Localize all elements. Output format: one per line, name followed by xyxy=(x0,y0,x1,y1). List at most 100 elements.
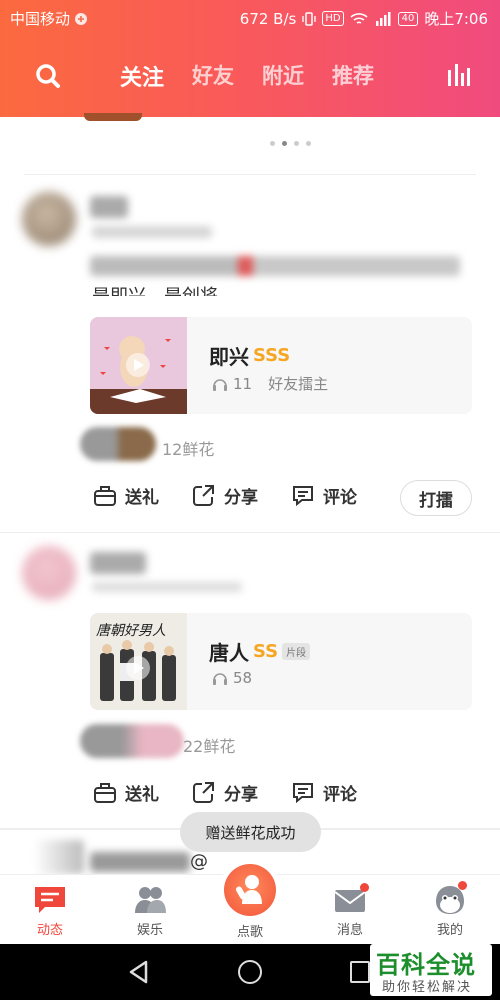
comment-button[interactable]: 评论 xyxy=(290,482,357,508)
feed-icon xyxy=(35,887,65,913)
gift-label: 送礼 xyxy=(125,487,159,508)
signal-icon xyxy=(375,11,391,26)
share-icon xyxy=(193,782,214,803)
song-cover: 唐朝好男人 xyxy=(90,613,187,710)
top-nav: 关注 好友 附近 推荐 xyxy=(0,50,500,102)
song-title-row: 即兴 SSS xyxy=(209,341,290,370)
tab-messages[interactable]: 消息 xyxy=(320,883,380,938)
tab-entertainment-label: 娱乐 xyxy=(136,923,163,938)
gift-button[interactable]: 送礼 xyxy=(92,779,159,805)
post-time-blurred xyxy=(92,226,212,238)
carousel-dot-active xyxy=(282,141,287,146)
share-button[interactable]: 分享 xyxy=(191,482,258,508)
song-rank: SS xyxy=(253,641,279,662)
toast-message: 赠送鲜花成功 xyxy=(180,812,321,852)
challenge-button[interactable]: 打擂 xyxy=(400,480,472,516)
tab-messages-label: 消息 xyxy=(336,923,363,938)
listen-count: 58 xyxy=(233,669,253,687)
carousel-dot xyxy=(270,141,275,146)
song-meta: 58 xyxy=(211,669,252,687)
share-label: 分享 xyxy=(224,784,258,805)
headphones-icon xyxy=(213,378,227,391)
header: 中国移动 672 B/s HD 40 晚上7:06 关注 好友 附近 推荐 xyxy=(0,0,500,117)
flower-giver-avatars[interactable] xyxy=(80,427,156,461)
clock: 晚上7:06 xyxy=(424,10,488,28)
share-icon xyxy=(193,485,214,506)
comment-label: 评论 xyxy=(323,784,357,805)
comment-button[interactable]: 评论 xyxy=(290,779,357,805)
bottom-tab-bar: 动态 娱乐 点歌 消息 我的 xyxy=(0,859,500,944)
avatar[interactable] xyxy=(22,192,76,246)
sing-button-face xyxy=(224,864,276,916)
search-icon[interactable] xyxy=(34,62,62,90)
username-blurred[interactable] xyxy=(90,552,146,574)
tab-profile[interactable]: 我的 xyxy=(420,881,480,938)
tab-sing-label: 点歌 xyxy=(236,925,263,940)
divider xyxy=(0,532,500,533)
song-title-row: 唐人 SS 片段 xyxy=(209,637,311,666)
clip-tag: 片段 xyxy=(282,643,311,660)
carousel-dot xyxy=(306,141,311,146)
previous-card-edge xyxy=(84,113,142,121)
battery-indicator: 40 xyxy=(397,11,419,26)
network-speed: 672 B/s xyxy=(239,9,297,28)
song-card[interactable]: 唐朝好男人 唐人 SS 片段 58 xyxy=(90,613,472,710)
tab-profile-label: 我的 xyxy=(436,923,463,938)
back-icon[interactable] xyxy=(128,960,150,984)
recents-icon[interactable] xyxy=(350,961,370,983)
status-bar: 中国移动 672 B/s HD 40 晚上7:06 xyxy=(0,0,500,36)
song-cover xyxy=(90,317,187,414)
watermark: 百科全说 助你轻松解决 xyxy=(370,944,492,996)
gift-icon xyxy=(94,486,116,506)
carousel-dot xyxy=(294,141,299,146)
tab-nearby[interactable]: 附近 xyxy=(262,60,304,92)
flower-count: 22鲜花 xyxy=(183,737,236,756)
headphones-icon xyxy=(213,673,227,685)
tab-friends[interactable]: 好友 xyxy=(192,60,234,92)
comment-label: 评论 xyxy=(323,487,357,508)
share-label: 分享 xyxy=(224,487,258,508)
app-screen: 中国移动 672 B/s HD 40 晚上7:06 关注 好友 附近 推荐 即兴… xyxy=(0,0,500,1000)
song-meta: 11 好友擂主 xyxy=(211,373,328,394)
mention-symbol: @ xyxy=(190,851,208,872)
share-button[interactable]: 分享 xyxy=(191,779,258,805)
song-card[interactable]: 即兴 SSS 11 好友擂主 xyxy=(90,317,472,414)
flower-giver-avatars[interactable] xyxy=(80,724,184,758)
song-title: 即兴 xyxy=(209,345,249,369)
listen-count: 11 xyxy=(233,374,253,393)
tab-following[interactable]: 关注 xyxy=(120,60,164,92)
comment-icon xyxy=(293,783,313,804)
flower-count: 12鲜花 xyxy=(162,440,215,459)
song-title: 唐人 xyxy=(209,641,249,665)
post-actions: 送礼 分享 评论 xyxy=(92,779,389,805)
feed-tabs: 关注 好友 附近 推荐 xyxy=(120,60,374,92)
notification-icon xyxy=(75,12,88,25)
unread-dot xyxy=(360,883,369,892)
svg-text:唐朝好男人: 唐朝好男人 xyxy=(96,623,166,639)
song-extra-label: 好友擂主 xyxy=(268,375,329,393)
unread-dot xyxy=(458,881,467,890)
tab-entertainment[interactable]: 娱乐 xyxy=(120,885,180,938)
avatar[interactable] xyxy=(22,546,76,600)
tab-feed[interactable]: 动态 xyxy=(20,885,80,938)
gift-icon xyxy=(94,783,116,803)
vibrate-icon xyxy=(302,11,316,26)
watermark-title: 百科全说 xyxy=(376,951,476,979)
tab-feed-label: 动态 xyxy=(36,923,63,938)
tab-recommended[interactable]: 推荐 xyxy=(332,60,374,92)
username-blurred[interactable] xyxy=(90,852,190,872)
caption-partial: 是即兴，是创将。 xyxy=(92,282,236,296)
caption-blurred xyxy=(90,256,460,276)
carrier-label: 中国移动 xyxy=(10,10,71,28)
friends-icon xyxy=(135,887,166,913)
hd-badge: HD xyxy=(322,11,344,26)
sing-icon xyxy=(236,875,262,904)
username-blurred[interactable] xyxy=(90,196,128,218)
post-time-blurred xyxy=(92,582,242,592)
home-icon[interactable] xyxy=(238,960,262,984)
post-actions: 送礼 分享 评论 xyxy=(92,482,389,508)
ranking-chart-icon[interactable] xyxy=(446,62,472,88)
gift-button[interactable]: 送礼 xyxy=(92,482,159,508)
sing-button[interactable] xyxy=(219,859,281,921)
avatar[interactable] xyxy=(34,840,84,874)
